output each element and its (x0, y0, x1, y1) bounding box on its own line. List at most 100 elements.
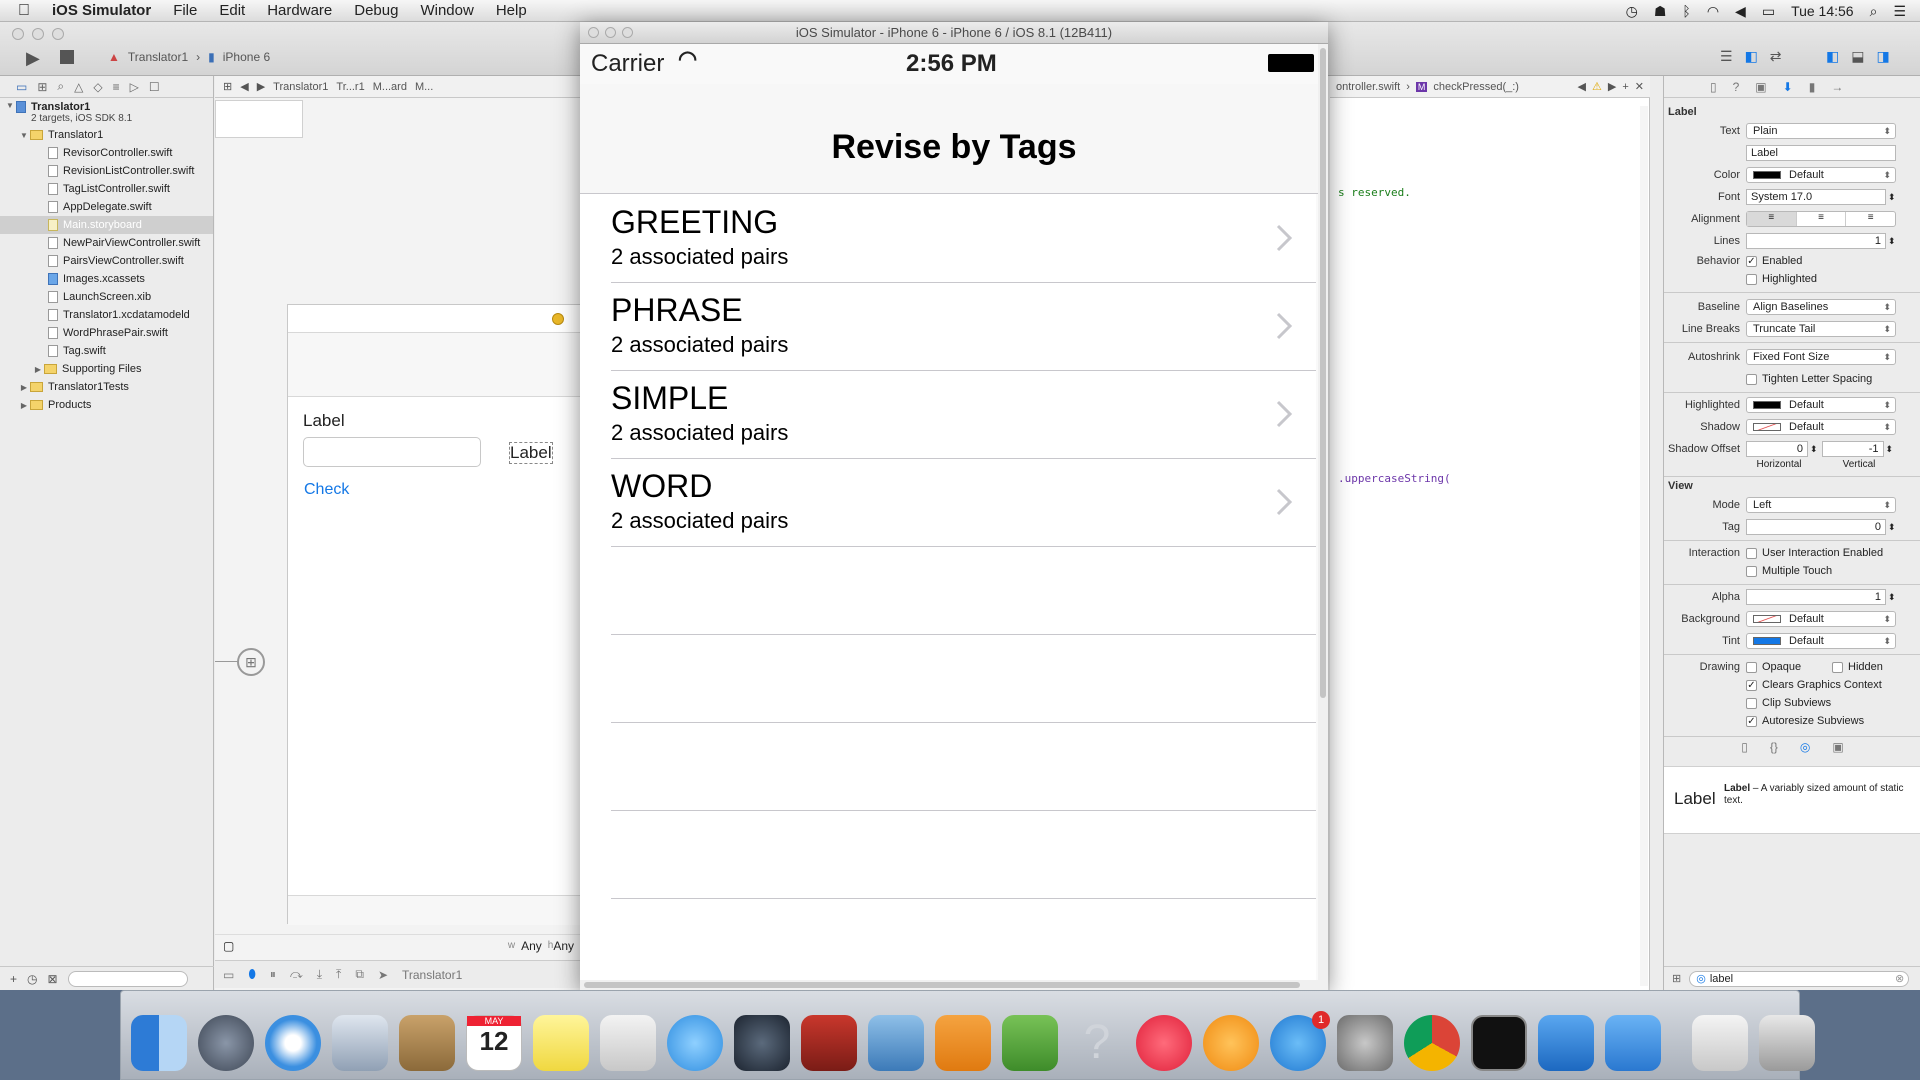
location-icon[interactable]: ➤ (378, 968, 388, 982)
attributes-inspector-icon[interactable]: ⬇ (1783, 80, 1793, 94)
menu-clock[interactable]: Tue 14:56 (1791, 3, 1854, 19)
debug-icon[interactable]: ≡ (113, 80, 120, 94)
autoshrink-popup[interactable]: Fixed Font Size (1746, 349, 1896, 365)
menu-app-name[interactable]: iOS Simulator (52, 2, 151, 19)
add-icon[interactable]: + (10, 972, 17, 986)
storyboard-check-button[interactable]: Check (304, 481, 349, 499)
test-icon[interactable]: ◇ (93, 80, 102, 94)
volume-icon[interactable]: ◀ (1735, 3, 1746, 20)
disclosure-icon[interactable]: ▼ (4, 101, 16, 110)
file-row-selected[interactable]: Main.storyboard (0, 216, 213, 234)
file-row[interactable]: NewPairViewController.swift (0, 234, 213, 252)
menu-help[interactable]: Help (496, 2, 527, 19)
alpha-field[interactable]: 1 (1746, 589, 1886, 605)
zoom-button[interactable] (622, 27, 633, 38)
table-row[interactable]: GREETING 2 associated pairs (580, 194, 1316, 282)
view-debug-icon[interactable]: ⧉ (355, 967, 364, 982)
unknown-app-icon[interactable]: ? (1069, 1015, 1125, 1071)
navigator-filter-input[interactable] (67, 970, 188, 987)
scroll-thumb[interactable] (584, 982, 1300, 988)
jump-item[interactable]: Translator1 (273, 81, 328, 93)
simulator-horizontal-scrollbar[interactable] (580, 980, 1318, 990)
file-row[interactable]: RevisionListController.swift (0, 162, 213, 180)
size-inspector-icon[interactable]: ▮ (1809, 80, 1816, 94)
align-left-icon[interactable]: ≡ (1747, 212, 1796, 226)
code-editor[interactable]: s reserved. .uppercaseString( (1330, 76, 1650, 990)
group-row[interactable]: ▶ Translator1Tests (0, 378, 213, 396)
messages-icon[interactable] (667, 1015, 723, 1071)
file-row[interactable]: LaunchScreen.xib (0, 288, 213, 306)
group-row[interactable]: ▶ Supporting Files (0, 360, 213, 378)
user-interaction-checkbox[interactable] (1746, 547, 1757, 559)
enabled-checkbox[interactable]: ✓ (1746, 255, 1757, 267)
storyboard-label[interactable]: Label (303, 411, 345, 431)
system-preferences-icon[interactable] (1337, 1015, 1393, 1071)
finder-icon[interactable] (131, 1015, 187, 1071)
run-icon[interactable]: ▶ (26, 48, 40, 69)
hidden-checkbox[interactable] (1832, 661, 1843, 673)
size-class-width[interactable]: Any (521, 939, 542, 953)
notification-center-icon[interactable]: ☰ (1893, 3, 1906, 20)
highlighted-color-popup[interactable]: Default (1746, 397, 1896, 413)
storyboard-label-selected[interactable]: Label (509, 442, 553, 464)
align-right-icon[interactable]: ≡ (1845, 212, 1895, 226)
ibooks-icon[interactable] (1203, 1015, 1259, 1071)
background-popup[interactable]: Default (1746, 611, 1896, 627)
identity-inspector-icon[interactable]: ▣ (1755, 80, 1766, 94)
trash-icon[interactable] (1759, 1015, 1815, 1071)
text-content-field[interactable]: Label (1746, 145, 1896, 161)
group-row[interactable]: ▶ Products (0, 396, 213, 414)
file-row[interactable]: RevisorController.swift (0, 144, 213, 162)
menu-hardware[interactable]: Hardware (267, 2, 332, 19)
file-template-icon[interactable]: ▯ (1741, 740, 1748, 760)
photo-booth-icon[interactable] (801, 1015, 857, 1071)
step-out-icon[interactable]: ⤒ (336, 967, 341, 982)
ios-simulator-icon[interactable] (1605, 1015, 1661, 1071)
reminders-icon[interactable] (600, 1015, 656, 1071)
forward-icon[interactable]: ▶ (257, 80, 265, 93)
assistant-editor-icon[interactable]: ◧ (1745, 48, 1758, 65)
status-agent-icon[interactable]: ☗ (1654, 3, 1667, 20)
safari-icon[interactable] (265, 1015, 321, 1071)
linebreaks-popup[interactable]: Truncate Tail (1746, 321, 1896, 337)
code-snippet-icon[interactable]: {} (1770, 740, 1778, 760)
itunes-icon[interactable] (1136, 1015, 1192, 1071)
recent-icon[interactable]: ◷ (27, 972, 37, 986)
jump-item[interactable]: ontroller.swift (1336, 81, 1400, 93)
jump-item[interactable]: checkPressed(_:) (1433, 81, 1519, 93)
jump-item[interactable]: Tr...r1 (336, 81, 364, 93)
debug-toggle-icon[interactable]: ⬓ (1851, 48, 1864, 65)
stepper-icon[interactable]: ⬍ (1888, 236, 1896, 247)
add-editor-icon[interactable]: + (1622, 81, 1628, 93)
text-type-popup[interactable]: Plain (1746, 123, 1896, 139)
breakpoint-icon[interactable]: ▷ (130, 80, 139, 94)
facetime-icon[interactable] (734, 1015, 790, 1071)
object-library-icon[interactable]: ◎ (1800, 740, 1810, 760)
font-picker-icon[interactable]: ⬍ (1888, 192, 1896, 203)
menu-edit[interactable]: Edit (219, 2, 245, 19)
standard-editor-icon[interactable]: ☰ (1720, 48, 1733, 65)
downloads-stack-icon[interactable] (1692, 1015, 1748, 1071)
minimize-button[interactable] (32, 28, 44, 40)
debug-target[interactable]: Translator1 (402, 968, 462, 982)
stepper-icon[interactable]: ⬍ (1888, 592, 1896, 603)
stepper-icon[interactable]: ⬍ (1888, 522, 1896, 533)
tighten-checkbox[interactable] (1746, 373, 1757, 385)
table-row[interactable]: SIMPLE 2 associated pairs (580, 370, 1316, 458)
storyboard-text-field[interactable] (303, 437, 481, 467)
terminal-icon[interactable] (1471, 1015, 1527, 1071)
numbers-icon[interactable] (1002, 1015, 1058, 1071)
multiple-touch-checkbox[interactable] (1746, 565, 1757, 577)
warning-icon[interactable]: △ (74, 80, 83, 94)
disclosure-icon[interactable]: ▼ (18, 131, 30, 140)
filter-icon[interactable]: ⊠ (48, 972, 58, 986)
library-filter-input[interactable]: ◎ label ⊗ (1689, 970, 1910, 987)
mail-icon[interactable] (332, 1015, 388, 1071)
disclosure-closed-icon[interactable]: ▶ (18, 383, 30, 392)
stepper-icon[interactable]: ⬍ (1886, 444, 1894, 455)
stop-icon[interactable] (60, 50, 74, 64)
connections-inspector-icon[interactable]: → (1831, 80, 1843, 94)
launchpad-icon[interactable] (198, 1015, 254, 1071)
pages-icon[interactable] (935, 1015, 991, 1071)
font-field[interactable]: System 17.0 (1746, 189, 1886, 205)
